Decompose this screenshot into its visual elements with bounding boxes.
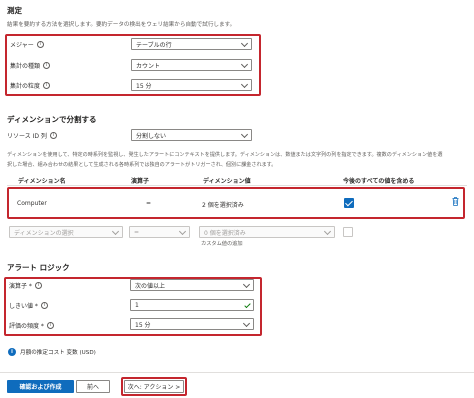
delete-icon[interactable]	[452, 197, 459, 206]
measure-label: メジャー i	[10, 40, 44, 49]
include-future-checkbox[interactable]	[344, 198, 354, 208]
split-description-line-1: ディメンションを使用して、特定の時系列を監視し、発生したアラートにコンテキストを…	[7, 152, 443, 158]
previous-button[interactable]: 前へ	[76, 380, 110, 393]
chevron-down-icon	[323, 227, 332, 236]
column-header-dimension: ディメンション名	[18, 178, 66, 185]
operator-dropdown[interactable]: 次の値以上	[130, 279, 254, 291]
chevron-down-icon	[242, 319, 251, 328]
split-heading: ディメンションで分割する	[7, 115, 97, 124]
aggregation-type-dropdown[interactable]: カウント	[131, 59, 252, 71]
dimension-values-value[interactable]: 2 個を選択済み	[202, 200, 244, 209]
chevron-down-icon	[242, 280, 251, 289]
column-header-values: ディメンション値	[203, 178, 251, 185]
threshold-label: しきい値 * i	[9, 301, 48, 310]
chevron-down-icon	[240, 130, 249, 139]
dimension-row: Computer = 2 個を選択済み	[10, 190, 462, 216]
footer-divider	[0, 372, 474, 373]
aggregation-granularity-dropdown[interactable]: 15 分	[131, 79, 252, 91]
threshold-input[interactable]: 1	[130, 299, 254, 311]
dimension-name-value[interactable]: Computer	[17, 200, 47, 207]
measure-description: 結果を要約する方法を選択します。要約データの検出をウェリ結果から自動で試行します…	[7, 22, 236, 28]
evaluation-frequency-dropdown[interactable]: 15 分	[130, 318, 254, 330]
info-icon[interactable]: i	[49, 132, 57, 139]
resource-id-label: リソース ID 列 i	[7, 131, 57, 140]
next-actions-button[interactable]: 次へ: アクション >	[124, 380, 184, 393]
valid-check-icon	[244, 301, 251, 309]
cost-row: i 月額の推定コスト 変数 (USD)	[8, 348, 96, 356]
chevron-down-icon	[240, 80, 249, 89]
info-icon[interactable]: i	[46, 322, 54, 329]
dimension-operator-value[interactable]: =	[146, 200, 151, 207]
chevron-down-icon	[111, 227, 120, 236]
alert-logic-heading: アラート ロジック	[7, 263, 70, 272]
split-description-line-2: 択した場合、組み合わせの結果として生成される各時系列では独自のアラートがトリガー…	[7, 162, 277, 168]
cost-text: 月額の推定コスト 変数 (USD)	[20, 350, 96, 356]
measure-heading: 測定	[7, 6, 22, 15]
aggregation-granularity-label: 集計の粒度 i	[10, 81, 51, 90]
dimension-select-dropdown[interactable]: ディメンションの選択	[9, 226, 123, 238]
info-icon[interactable]: i	[36, 41, 44, 48]
info-icon[interactable]: i	[34, 282, 42, 289]
info-filled-icon: i	[8, 348, 16, 356]
table-header-divider	[7, 185, 467, 186]
info-icon[interactable]: i	[43, 62, 51, 69]
review-create-button[interactable]: 確認および作成	[7, 380, 74, 393]
resource-id-dropdown[interactable]: 分割しない	[131, 129, 252, 141]
operator-label: 演算子 * i	[9, 281, 42, 290]
add-custom-value-link[interactable]: カスタム値の追加	[201, 240, 243, 247]
chevron-down-icon	[240, 39, 249, 48]
evaluation-frequency-label: 評価の頻度 * i	[9, 321, 54, 330]
column-header-operator: 演算子	[131, 178, 150, 185]
info-icon[interactable]: i	[40, 302, 48, 309]
column-header-include-future: 今後のすべての値を含める	[343, 178, 415, 185]
aggregation-type-label: 集計の種類 i	[10, 61, 51, 70]
new-operator-dropdown[interactable]: =	[129, 226, 190, 238]
new-values-dropdown[interactable]: 0 個を選択済み	[199, 226, 335, 238]
chevron-down-icon	[178, 227, 187, 236]
measure-dropdown[interactable]: テーブルの行	[131, 38, 252, 50]
chevron-down-icon	[240, 60, 249, 69]
new-include-future-checkbox[interactable]	[343, 227, 353, 237]
info-icon[interactable]: i	[43, 82, 51, 89]
